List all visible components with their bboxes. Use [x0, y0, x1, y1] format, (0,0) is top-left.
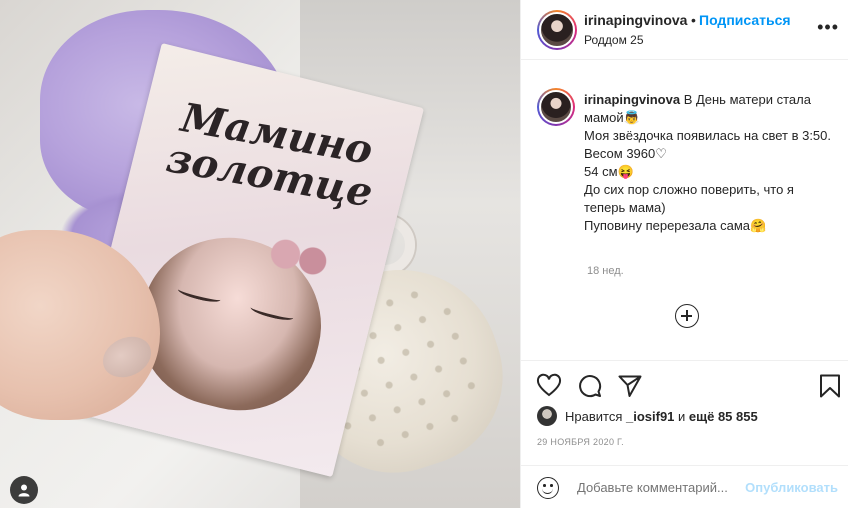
- header-separator: •: [691, 12, 696, 28]
- caption-text-block: irinapingvinova В День матери стала мамо…: [584, 91, 834, 235]
- likes-middle: и: [674, 408, 689, 424]
- author-avatar[interactable]: [537, 10, 577, 50]
- likes-prefix: Нравится: [565, 408, 626, 424]
- likes-text: Нравится _iosif91 и ещё 85 855: [565, 409, 758, 424]
- likes-row: Нравится _iosif91 и ещё 85 855: [537, 404, 758, 428]
- caption-avatar[interactable]: [537, 88, 575, 126]
- post-sidebar: irinapingvinova • Подписаться Роддом 25 …: [520, 0, 848, 508]
- card-title: Мамино золотце: [163, 94, 377, 217]
- likes-count[interactable]: ещё 85 855: [689, 409, 758, 424]
- heart-icon[interactable]: [536, 373, 562, 399]
- post-header: irinapingvinova • Подписаться Роддом 25 …: [521, 0, 848, 60]
- liker-username[interactable]: _iosif91: [626, 409, 674, 424]
- user-tag-button[interactable]: [10, 476, 38, 504]
- follow-button[interactable]: Подписаться: [699, 12, 791, 28]
- caption-text: В День матери стала мамой👼 Моя звёздочка…: [584, 92, 831, 233]
- caption-username[interactable]: irinapingvinova: [584, 92, 680, 107]
- publish-button[interactable]: Опубликовать: [745, 480, 838, 495]
- user-tag-icon: [18, 484, 30, 497]
- more-options-icon[interactable]: •••: [817, 17, 839, 38]
- action-bar: [521, 360, 848, 410]
- bookmark-icon[interactable]: [817, 373, 843, 399]
- location-link[interactable]: Роддом 25: [584, 33, 644, 47]
- comment-bar: Опубликовать: [521, 465, 848, 508]
- liker-avatar[interactable]: [537, 406, 557, 426]
- paper-plane-icon[interactable]: [617, 373, 643, 399]
- comment-icon[interactable]: [577, 373, 603, 399]
- post-date[interactable]: 29 НОЯБРЯ 2020 Г.: [537, 437, 624, 447]
- author-avatar-image: [539, 12, 575, 48]
- comment-input[interactable]: [577, 480, 743, 495]
- emoji-icon[interactable]: [537, 477, 559, 499]
- caption-avatar-image: [539, 90, 573, 124]
- post-photo[interactable]: Мамино золотце: [0, 0, 520, 508]
- plus-circle-icon[interactable]: [675, 304, 699, 328]
- caption-time-ago[interactable]: 18 нед.: [587, 265, 624, 277]
- author-username[interactable]: irinapingvinova: [584, 12, 687, 28]
